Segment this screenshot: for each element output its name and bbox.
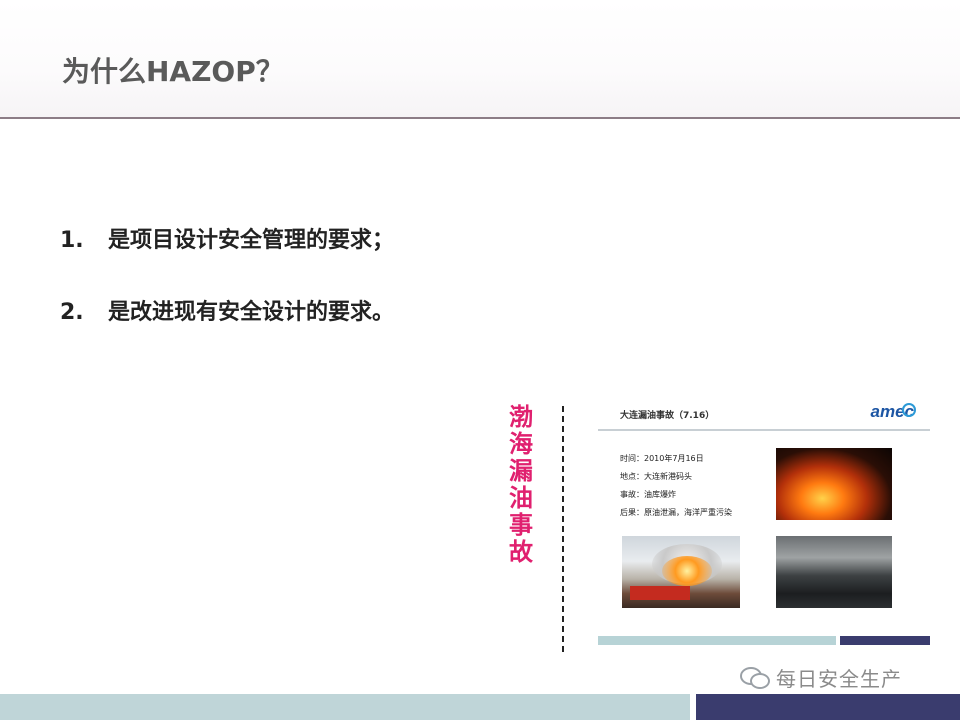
list-item: 2. 是改进现有安全设计的要求。 [60,294,394,326]
watermark: 每日安全生产 [740,662,902,692]
fire-photo [776,448,892,520]
footer-band-light [0,694,690,720]
fact-consequence: 后果：原油泄漏，海洋严重污染 [620,508,732,517]
caption-char: 故 [509,538,533,566]
dashed-divider [562,406,564,652]
fact-location: 地点：大连新港码头 [620,472,692,481]
logo-mark-icon [902,403,916,417]
fire-truck-shape [630,586,690,600]
list-item-number: 2. [60,300,84,325]
list-item: 1. 是项目设计安全管理的要求； [60,222,394,254]
footer-band-dark [696,694,960,720]
embedded-footer-dark [840,636,930,645]
embedded-slide-thumbnail: 大连漏油事故（7.16） amec 时间：2010年7月16日 地点：大连新港码… [598,398,934,648]
caption-char: 漏 [509,457,533,485]
embedded-footer-light [598,636,836,645]
header-divider [0,117,960,119]
wechat-icon [740,665,770,689]
list-item-text: 是项目设计安全管理的要求； [108,228,395,253]
fact-time: 时间：2010年7月16日 [620,454,704,463]
embedded-slide-divider [598,429,930,431]
list-item-number: 1. [60,228,84,253]
embedded-slide-title: 大连漏油事故（7.16） [620,411,715,421]
incident-facts: 时间：2010年7月16日 地点：大连新港码头 事故：油库爆炸 后果：原油泄漏，… [620,450,732,522]
vertical-caption: 渤 海 漏 油 事 故 [504,404,538,566]
oil-spill-photo [776,536,892,608]
caption-char: 油 [509,484,533,512]
list-item-text: 是改进现有安全设计的要求。 [108,300,395,325]
caption-char: 海 [509,430,533,458]
caption-char: 事 [509,511,533,539]
watermark-text: 每日安全生产 [776,666,902,691]
fact-incident: 事故：油库爆炸 [620,490,676,499]
firefighting-photo [622,536,740,608]
page-title: 为什么HAZOP？ [62,55,284,88]
flame-shape [662,556,712,586]
caption-char: 渤 [509,403,533,431]
